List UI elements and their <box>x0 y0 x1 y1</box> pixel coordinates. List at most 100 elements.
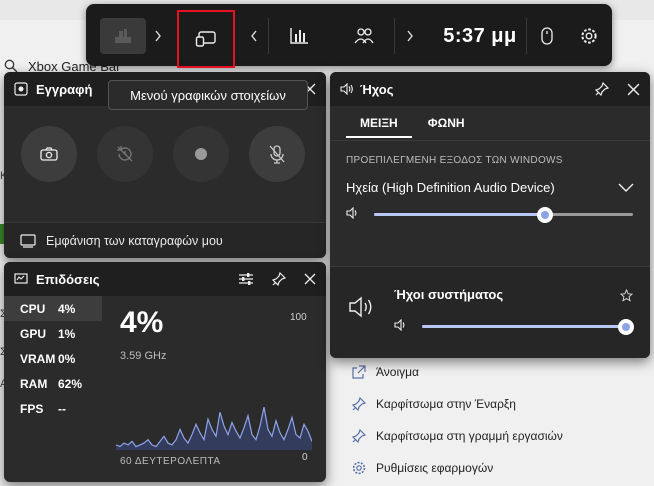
chevron-right-icon <box>407 30 413 42</box>
metric-label: RAM <box>20 376 48 391</box>
widget-menu-tooltip: Μενού γραφικών στοιχείων <box>108 80 308 110</box>
performance-widget-icon <box>14 273 28 284</box>
chevron-down-icon <box>618 183 634 192</box>
context-menu-label: Ρυθμίσεις εφαρμογών <box>376 461 494 475</box>
metric-value: -- <box>58 401 66 416</box>
metric-label: CPU <box>20 301 46 316</box>
volume-icon[interactable] <box>394 319 408 331</box>
default-output-caption: ΠΡΟΕΠΙΛΕΓΜΕΝΗ ΕΞΟΔΟΣ ΤΩΝ WINDOWS <box>346 155 563 166</box>
close-icon[interactable] <box>304 273 316 285</box>
record-last-icon <box>117 146 133 162</box>
open-icon <box>352 365 366 379</box>
gear-icon <box>581 28 597 44</box>
record-last-30s-button[interactable] <box>97 126 153 182</box>
time-text: 5:37 μμ <box>443 24 517 47</box>
output-device-select[interactable]: Ηχεία (High Definition Audio Device) <box>330 166 650 195</box>
mouse-icon <box>541 27 553 45</box>
audio-header[interactable]: Ήχος <box>330 72 650 106</box>
metric-value: 62% <box>58 376 83 391</box>
gallery-icon <box>20 233 36 248</box>
performance-header[interactable]: Επιδόσεις <box>4 262 326 296</box>
chart-time-label: 60 ΔΕΥΤΕΡΟΛΕΠΤΑ <box>120 456 221 467</box>
chevron-right-button[interactable] <box>402 18 418 54</box>
volume-icon[interactable] <box>346 207 360 219</box>
speaker-large-icon <box>349 296 372 318</box>
cpu-usage-value: 4% <box>120 306 164 339</box>
divider <box>394 18 395 54</box>
tab-mix[interactable]: ΜΕΙΞΗ <box>346 108 412 138</box>
divider <box>526 18 527 54</box>
capture-buttons <box>4 106 326 182</box>
performance-widget-button[interactable] <box>282 18 316 54</box>
context-menu-item-pin-start[interactable]: Καρφίτσωμα στην Έναρξη <box>346 388 646 420</box>
performance-widget: Επιδόσεις CPU 4% GPU 1% VRAM 0% RAM 62% FPS -… <box>4 262 326 482</box>
app-row-system-sounds: Ήχοι συστήματος <box>330 266 650 358</box>
slider-fill <box>422 325 626 328</box>
cpu-frequency: 3.59 GHz <box>120 350 167 362</box>
slider-thumb[interactable] <box>618 318 634 335</box>
system-sounds-volume-slider[interactable] <box>422 318 634 335</box>
social-widget-button[interactable] <box>344 18 384 54</box>
device-volume-row <box>330 206 650 237</box>
cpu-graph-area <box>116 407 312 450</box>
bar-chart-icon <box>290 28 308 44</box>
chart-min-label: 0 <box>302 452 308 463</box>
chevron-right-icon <box>155 30 161 42</box>
clock: 5:37 μμ <box>438 18 522 54</box>
device-volume-slider[interactable] <box>374 206 633 223</box>
screenshot-button[interactable] <box>21 126 77 182</box>
tab-voice[interactable]: ΦΩΝΗ <box>428 108 465 138</box>
metric-row-gpu[interactable]: GPU 1% <box>4 321 102 346</box>
audio-title: Ήχος <box>360 81 394 97</box>
pin-icon <box>352 429 366 443</box>
metric-list: CPU 4% GPU 1% VRAM 0% RAM 62% FPS -- <box>4 296 102 421</box>
pin-icon[interactable] <box>272 272 286 286</box>
metric-value: 0% <box>58 351 76 366</box>
context-menu-label: Καρφίτσωμα στη γραμμή εργασιών <box>376 429 563 443</box>
pin-icon <box>352 397 366 411</box>
start-recording-button[interactable] <box>173 126 229 182</box>
context-menu-label: Άνοιγμα <box>376 365 419 379</box>
camera-icon <box>40 147 58 161</box>
game-bar: 5:37 μμ <box>86 4 612 68</box>
cpu-usage-graph <box>116 406 312 450</box>
metric-row-fps[interactable]: FPS -- <box>4 396 102 421</box>
microphone-toggle-button[interactable] <box>249 126 305 182</box>
widget-menu-button[interactable] <box>177 10 235 68</box>
metric-value: 4% <box>58 301 76 316</box>
close-icon[interactable] <box>627 83 640 96</box>
chart-max-label: 100 <box>290 312 307 323</box>
options-sliders-icon[interactable] <box>238 272 254 286</box>
chevron-left-button[interactable] <box>246 18 262 54</box>
settings-button[interactable] <box>576 18 602 54</box>
context-menu-label: Καρφίτσωμα στην Έναρξη <box>376 397 516 411</box>
metric-row-vram[interactable]: VRAM 0% <box>4 346 102 371</box>
pin-icon[interactable] <box>595 82 609 96</box>
context-menu: Άνοιγμα Καρφίτσωμα στην Έναρξη Καρφίτσωμ… <box>346 356 646 484</box>
audio-widget: Ήχος ΜΕΙΞΗ ΦΩΝΗ ΠΡΟΕΠΙΛΕΓΜΕΝΗ ΕΞΟΔΟΣ ΤΩΝ… <box>330 72 650 358</box>
metric-row-ram[interactable]: RAM 62% <box>4 371 102 396</box>
slider-fill <box>374 213 545 216</box>
slider-thumb[interactable] <box>536 206 553 223</box>
record-dot-icon <box>195 148 207 160</box>
show-captures-link[interactable]: Εμφάνιση των καταγραφών μου <box>4 222 326 258</box>
chevron-right-button[interactable] <box>150 18 166 54</box>
widget-menu-icon <box>195 31 216 47</box>
context-menu-item-app-settings[interactable]: Ρυθμίσεις εφαρμογών <box>346 452 646 484</box>
metric-label: GPU <box>20 326 47 341</box>
context-menu-item-pin-taskbar[interactable]: Καρφίτσωμα στη γραμμή εργασιών <box>346 420 646 452</box>
capture-widget-icon <box>14 82 28 96</box>
xbox-home-button[interactable] <box>100 18 146 54</box>
tooltip-text: Μενού γραφικών στοιχείων <box>130 87 286 103</box>
mic-off-icon <box>269 145 285 164</box>
star-icon[interactable] <box>620 289 633 302</box>
performance-title: Επιδόσεις <box>36 271 100 287</box>
gear-icon <box>352 461 366 475</box>
context-menu-item-open[interactable]: Άνοιγμα <box>346 356 646 388</box>
people-icon <box>354 28 374 44</box>
mouse-settings-button[interactable] <box>534 18 560 54</box>
metric-label: FPS <box>20 401 44 416</box>
metric-row-cpu[interactable]: CPU 4% <box>4 296 102 321</box>
output-device-name: Ηχεία (High Definition Audio Device) <box>346 180 555 195</box>
speaker-icon <box>340 83 353 95</box>
